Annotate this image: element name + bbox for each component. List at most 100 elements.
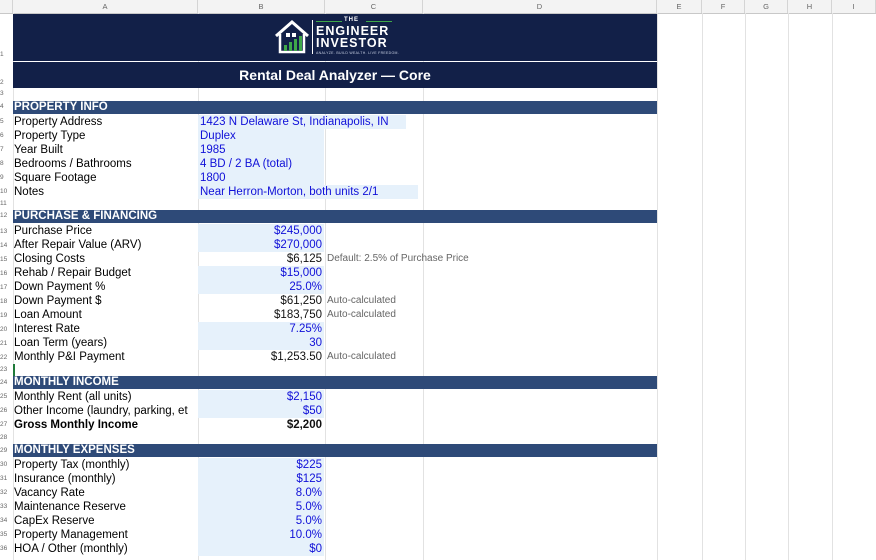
row-header-36[interactable]: 36 — [0, 545, 13, 552]
input-interest-rate[interactable]: 7.25% — [198, 322, 324, 336]
column-header-b[interactable]: B — [198, 0, 325, 13]
label-other-income[interactable]: Other Income (laundry, parking, et — [14, 404, 197, 418]
input-hoa-other[interactable]: $0 — [198, 542, 324, 556]
label-closing-costs[interactable]: Closing Costs — [14, 252, 197, 266]
input-property-tax[interactable]: $225 — [198, 458, 324, 472]
input-arv[interactable]: $270,000 — [198, 238, 324, 252]
value-monthly-pi[interactable]: $1,253.50 — [198, 350, 324, 364]
row-header-33[interactable]: 33 — [0, 503, 13, 510]
label-interest-rate[interactable]: Interest Rate — [14, 322, 197, 336]
input-purchase-price[interactable]: $245,000 — [198, 224, 324, 238]
label-loan-amount[interactable]: Loan Amount — [14, 308, 197, 322]
row-header-4[interactable]: 4 — [0, 103, 13, 110]
label-loan-term[interactable]: Loan Term (years) — [14, 336, 197, 350]
row-header-25[interactable]: 25 — [0, 393, 13, 400]
row-header-8[interactable]: 8 — [0, 160, 13, 167]
section-header-expenses[interactable]: MONTHLY EXPENSES — [13, 444, 657, 457]
label-square-footage[interactable]: Square Footage — [14, 171, 197, 185]
column-header-c[interactable]: C — [325, 0, 423, 13]
row-header-30[interactable]: 30 — [0, 461, 13, 468]
row-header-15[interactable]: 15 — [0, 256, 13, 263]
row-header-16[interactable]: 16 — [0, 270, 13, 277]
row-header-35[interactable]: 35 — [0, 531, 13, 538]
row-header-5[interactable]: 5 — [0, 118, 13, 125]
input-monthly-rent[interactable]: $2,150 — [198, 390, 324, 404]
column-header-a[interactable]: A — [13, 0, 198, 13]
column-header-f[interactable]: F — [702, 0, 745, 13]
row-header-9[interactable]: 9 — [0, 174, 13, 181]
value-down-payment-amt[interactable]: $61,250 — [198, 294, 324, 308]
row-header-1[interactable]: 1 — [0, 51, 13, 58]
input-other-income[interactable]: $50 — [198, 404, 324, 418]
input-rehab-budget[interactable]: $15,000 — [198, 266, 324, 280]
row-header-29[interactable]: 29 — [0, 447, 13, 454]
row-header-3[interactable]: 3 — [0, 90, 13, 97]
label-property-tax[interactable]: Property Tax (monthly) — [14, 458, 197, 472]
input-property-type[interactable]: Duplex — [198, 129, 324, 143]
input-maintenance-reserve[interactable]: 5.0% — [198, 500, 324, 514]
row-header-23[interactable]: 23 — [0, 366, 13, 373]
value-loan-amount[interactable]: $183,750 — [198, 308, 324, 322]
section-header-financing[interactable]: PURCHASE & FINANCING — [13, 210, 657, 223]
row-header-22[interactable]: 22 — [0, 354, 13, 361]
input-property-address[interactable]: 1423 N Delaware St, Indianapolis, IN — [198, 115, 406, 129]
label-arv[interactable]: After Repair Value (ARV) — [14, 238, 197, 252]
label-notes[interactable]: Notes — [14, 185, 197, 199]
input-property-management[interactable]: 10.0% — [198, 528, 324, 542]
row-header-10[interactable]: 10 — [0, 188, 13, 195]
sheet-title[interactable]: Rental Deal Analyzer — Core — [13, 62, 657, 88]
label-property-address[interactable]: Property Address — [14, 115, 197, 129]
input-notes[interactable]: Near Herron-Morton, both units 2/1 — [198, 185, 418, 199]
row-header-27[interactable]: 27 — [0, 421, 13, 428]
row-header-31[interactable]: 31 — [0, 475, 13, 482]
value-closing-costs[interactable]: $6,125 — [198, 252, 324, 266]
value-gross-income[interactable]: $2,200 — [198, 418, 324, 432]
column-header-d[interactable]: D — [423, 0, 657, 13]
input-down-payment-pct[interactable]: 25.0% — [198, 280, 324, 294]
label-monthly-rent[interactable]: Monthly Rent (all units) — [14, 390, 197, 404]
input-square-footage[interactable]: 1800 — [198, 171, 324, 185]
label-maintenance-reserve[interactable]: Maintenance Reserve — [14, 500, 197, 514]
row-header-2[interactable]: 2 — [0, 79, 13, 86]
note-loan-amount[interactable]: Auto-calculated — [327, 308, 396, 322]
input-capex-reserve[interactable]: 5.0% — [198, 514, 324, 528]
label-insurance[interactable]: Insurance (monthly) — [14, 472, 197, 486]
column-header-g[interactable]: G — [745, 0, 788, 13]
row-header-19[interactable]: 19 — [0, 312, 13, 319]
row-header-17[interactable]: 17 — [0, 284, 13, 291]
column-header-h[interactable]: H — [788, 0, 832, 13]
input-year-built[interactable]: 1985 — [198, 143, 324, 157]
label-capex-reserve[interactable]: CapEx Reserve — [14, 514, 197, 528]
label-year-built[interactable]: Year Built — [14, 143, 197, 157]
input-vacancy-rate[interactable]: 8.0% — [198, 486, 324, 500]
input-bed-bath[interactable]: 4 BD / 2 BA (total) — [198, 157, 324, 171]
select-all-corner[interactable] — [0, 0, 13, 13]
label-monthly-pi[interactable]: Monthly P&I Payment — [14, 350, 197, 364]
section-header-property[interactable]: PROPERTY INFO — [13, 101, 657, 114]
row-header-26[interactable]: 26 — [0, 407, 13, 414]
column-header-e[interactable]: E — [657, 0, 702, 13]
label-rehab-budget[interactable]: Rehab / Repair Budget — [14, 266, 197, 280]
input-insurance[interactable]: $125 — [198, 472, 324, 486]
note-monthly-pi[interactable]: Auto-calculated — [327, 350, 396, 364]
row-header-34[interactable]: 34 — [0, 517, 13, 524]
row-header-13[interactable]: 13 — [0, 228, 13, 235]
row-header-11[interactable]: 11 — [0, 200, 13, 207]
row-header-7[interactable]: 7 — [0, 146, 13, 153]
input-loan-term[interactable]: 30 — [198, 336, 324, 350]
label-vacancy-rate[interactable]: Vacancy Rate — [14, 486, 197, 500]
section-header-income[interactable]: MONTHLY INCOME — [13, 376, 657, 389]
row-header-21[interactable]: 21 — [0, 340, 13, 347]
row-header-14[interactable]: 14 — [0, 242, 13, 249]
row-header-12[interactable]: 12 — [0, 212, 13, 219]
row-header-28[interactable]: 28 — [0, 434, 13, 441]
note-down-payment-amt[interactable]: Auto-calculated — [327, 294, 396, 308]
label-purchase-price[interactable]: Purchase Price — [14, 224, 197, 238]
label-property-type[interactable]: Property Type — [14, 129, 197, 143]
label-property-management[interactable]: Property Management — [14, 528, 197, 542]
row-header-24[interactable]: 24 — [0, 379, 13, 386]
label-down-payment-pct[interactable]: Down Payment % — [14, 280, 197, 294]
column-header-i[interactable]: I — [832, 0, 876, 13]
label-gross-income[interactable]: Gross Monthly Income — [14, 418, 197, 432]
label-hoa-other[interactable]: HOA / Other (monthly) — [14, 542, 197, 556]
